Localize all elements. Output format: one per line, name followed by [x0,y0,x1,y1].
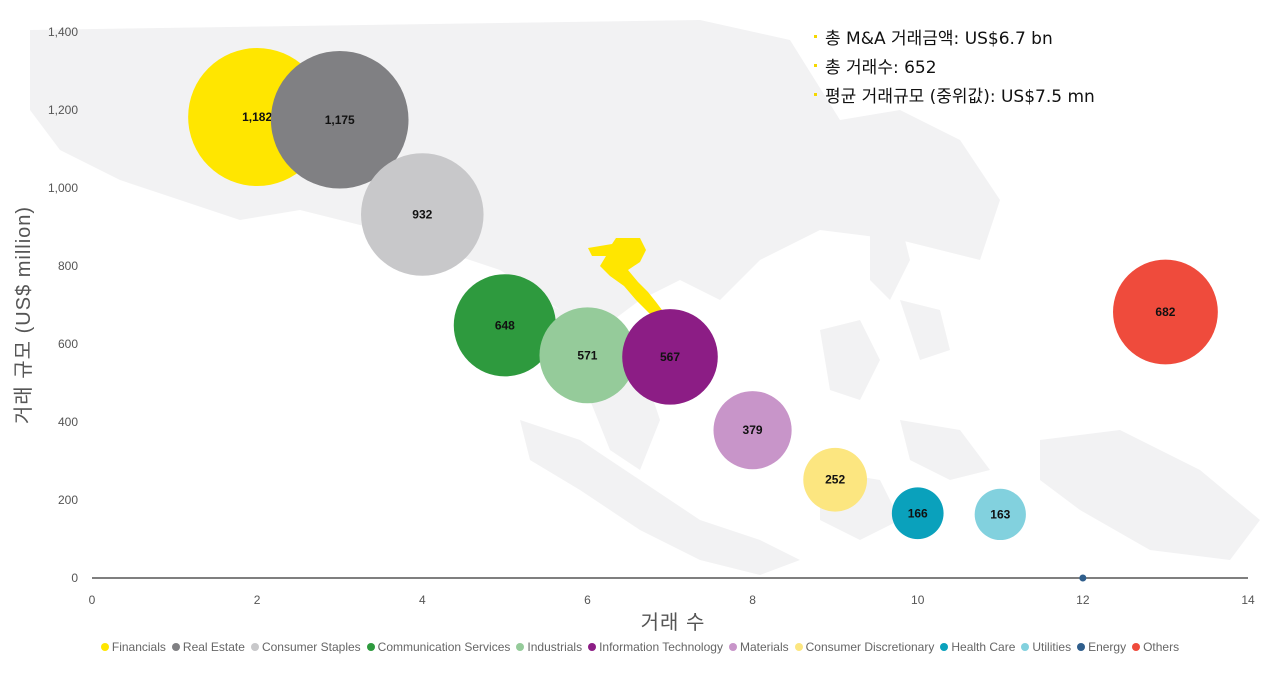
legend-label: Energy [1088,640,1127,654]
legend-label: Consumer Staples [261,640,361,654]
x-axis-title: 거래 수 [641,611,706,634]
bubble-label-financials: 1,182 [242,110,272,124]
legend-label: Financials [111,640,166,654]
legend: Financials Real Estate Consumer Staples Com… [0,640,1280,654]
legend-dot-icon [1077,643,1086,651]
x-tick-label: 14 [1241,593,1255,607]
bubble-label-consumer-staples: 932 [412,208,432,222]
bubble-label-communication-services: 648 [495,318,515,332]
y-tick-label: 1,000 [48,181,78,195]
legend-label: Communication Services [377,640,511,654]
callout-total-count: 총 거래수: 652 [814,51,1095,80]
bubble-label-consumer-discretionary: 252 [825,473,845,487]
bullet-icon [814,64,817,67]
legend-item-communication-services: Communication Services [366,640,511,654]
summary-callouts: 총 M&A 거래금액: US$6.7 bn 총 거래수: 652 평균 거래규모… [814,22,1095,109]
legend-item-utilities: Utilities [1021,640,1071,654]
bullet-icon [814,35,817,38]
y-tick-label: 600 [58,337,78,351]
legend-item-consumer-discretionary: Consumer Discretionary [794,640,935,654]
legend-item-materials: Materials [728,640,789,654]
legend-dot-icon [250,643,259,651]
legend-item-health-care: Health Care [940,640,1015,654]
bubble-label-materials: 379 [743,423,763,437]
legend-dot-icon [171,643,180,651]
x-tick-label: 4 [419,593,426,607]
legend-dot-icon [794,643,803,651]
legend-label: Health Care [951,640,1016,654]
legend-item-energy: Energy [1077,640,1126,654]
y-tick-label: 1,400 [48,25,78,39]
legend-item-information-technology: Information Technology [588,640,723,654]
y-tick-label: 800 [58,259,78,273]
legend-dot-icon [1132,643,1141,651]
legend-dot-icon [588,643,597,651]
bubble-energy [1079,574,1087,582]
bullet-icon [814,93,817,96]
legend-label: Real Estate [182,640,245,654]
legend-item-real-estate: Real Estate [171,640,245,654]
bubble-label-industrials: 571 [577,348,597,362]
legend-dot-icon [516,643,525,651]
legend-item-financials: Financials [100,640,166,654]
legend-dot-icon [940,643,949,651]
bubble-label-information-technology: 567 [660,350,680,364]
x-tick-label: 8 [749,593,756,607]
legend-label: Materials [739,640,789,654]
y-tick-label: 0 [71,571,78,585]
y-axis-title: 거래 규모 (US$ million) [12,206,35,424]
x-tick-label: 12 [1076,593,1090,607]
legend-label: Others [1143,640,1180,654]
callout-text: 평균 거래규모 (중위값): US$7.5 mn [825,87,1095,107]
legend-label: Industrials [527,640,583,654]
callout-text: 총 M&A 거래금액: US$6.7 bn [825,29,1053,49]
legend-item-others: Others [1132,640,1179,654]
y-tick-label: 400 [58,415,78,429]
callout-median-size: 평균 거래규모 (중위값): US$7.5 mn [814,80,1095,109]
legend-dot-icon [100,643,109,651]
legend-item-consumer-staples: Consumer Staples [250,640,361,654]
legend-dot-icon [366,643,375,651]
map-land-islands-east [820,320,1260,560]
legend-label: Utilities [1032,640,1072,654]
callout-total-value: 총 M&A 거래금액: US$6.7 bn [814,22,1095,51]
bubble-label-utilities: 163 [990,507,1010,521]
legend-dot-icon [728,643,737,651]
callout-text: 총 거래수: 652 [825,58,937,78]
x-tick-label: 6 [584,593,591,607]
bubble-label-health-care: 166 [908,506,928,520]
x-tick-label: 10 [911,593,925,607]
bubble-label-real-estate: 1,175 [325,113,355,127]
y-tick-label: 1,200 [48,103,78,117]
y-tick-label: 200 [58,493,78,507]
bubble-label-others: 682 [1155,305,1175,319]
x-tick-label: 0 [89,593,96,607]
legend-label: Consumer Discretionary [805,640,935,654]
legend-dot-icon [1021,643,1030,651]
legend-item-industrials: Industrials [516,640,582,654]
x-tick-label: 2 [254,593,261,607]
legend-label: Information Technology [599,640,723,654]
